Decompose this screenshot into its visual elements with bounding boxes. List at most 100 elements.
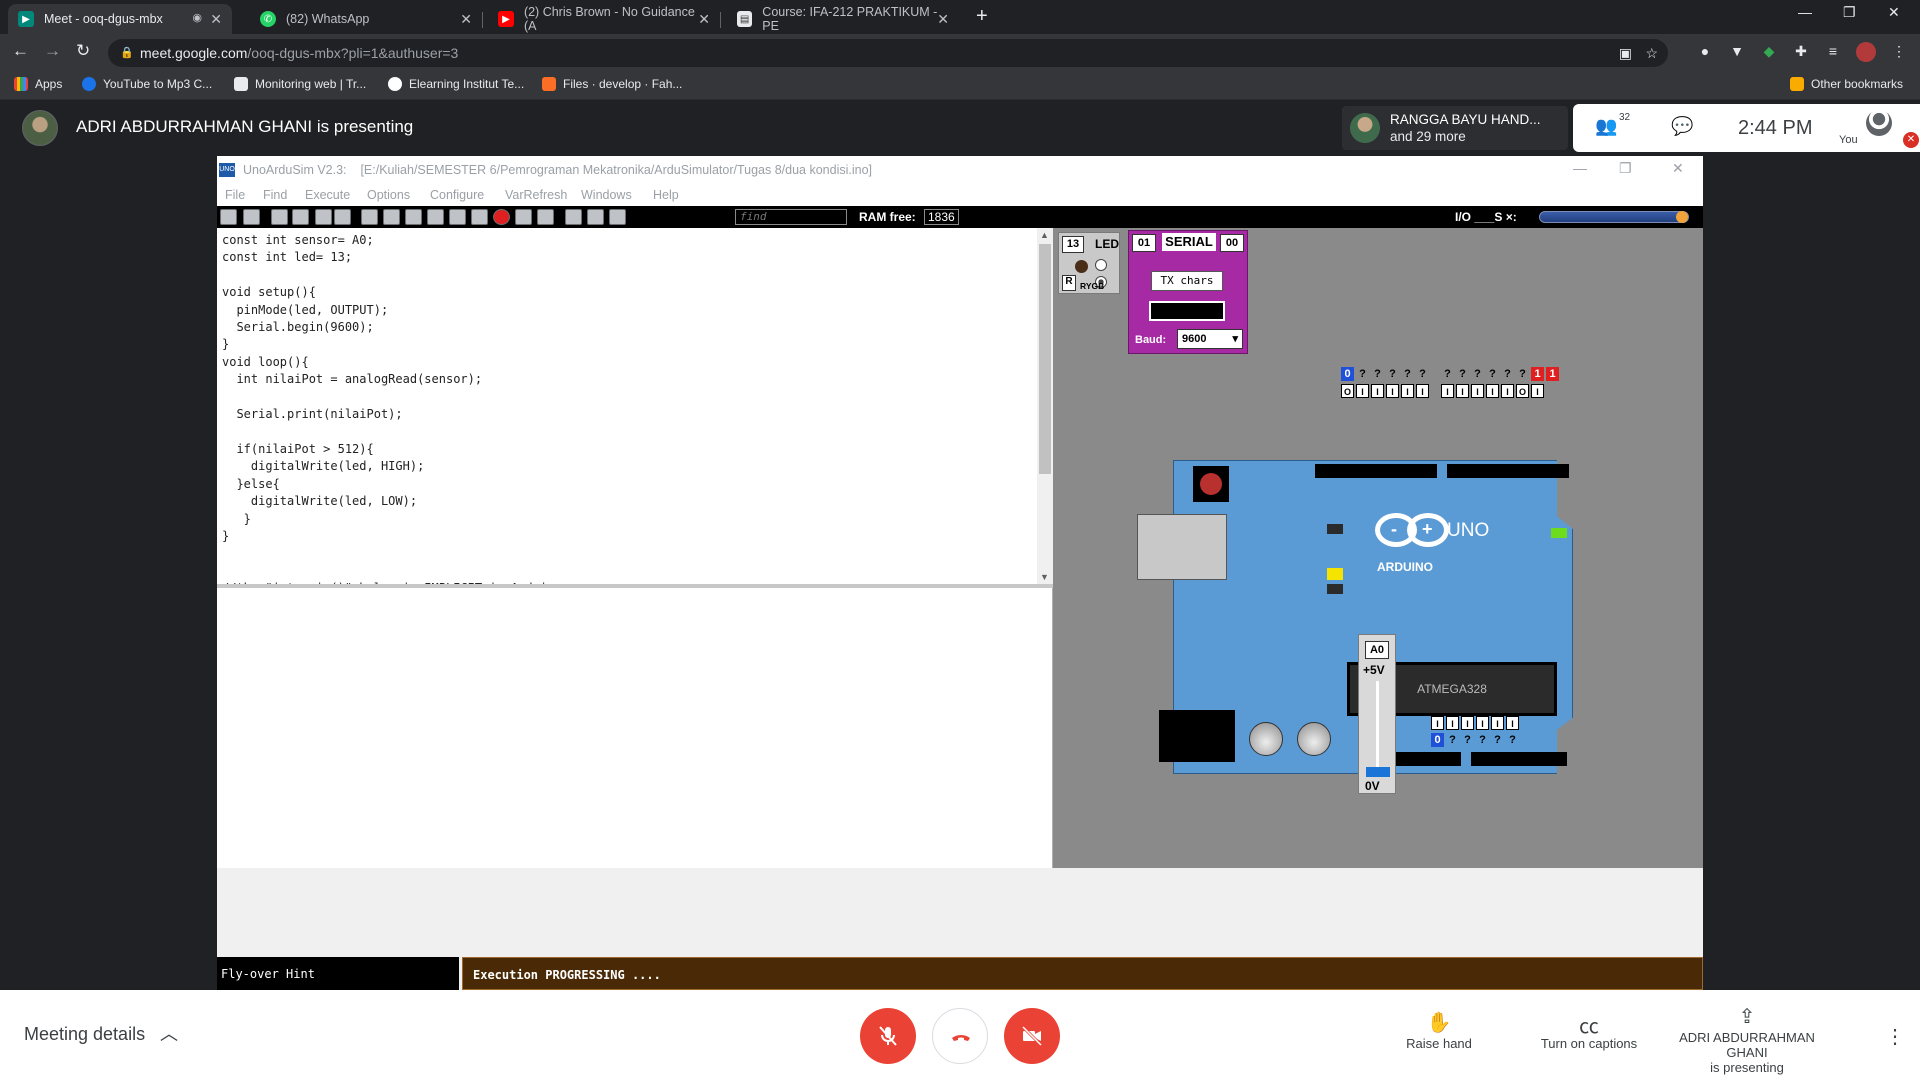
led-pin[interactable]: 13 (1062, 236, 1084, 253)
open-icon[interactable] (220, 209, 237, 225)
stop-icon[interactable] (493, 209, 510, 225)
chevron-up-icon[interactable]: ︿ (160, 1020, 178, 1046)
func-up-icon[interactable] (334, 209, 351, 225)
serial-pin-rx[interactable]: 01 (1132, 234, 1156, 252)
app-restore-button[interactable]: ❐ (1619, 160, 1632, 177)
present-screen-icon: ⇪ (1738, 1006, 1756, 1028)
undo-icon[interactable] (271, 209, 288, 225)
minimize-button[interactable]: — (1798, 4, 1812, 20)
address-bar[interactable]: 🔒 meet.google.com/ooq-dgus-mbx?pli=1&aut… (108, 39, 1668, 67)
extension-icon[interactable]: ● (1696, 43, 1714, 61)
tx-chars-field[interactable]: TX chars (1151, 271, 1223, 291)
led-device[interactable]: 13 LED R RYGB (1058, 232, 1120, 294)
bookmark-monitoring[interactable]: Monitoring web | Tr... (234, 77, 366, 91)
scroll-down-icon[interactable]: ▼ (1040, 572, 1049, 582)
mic-toggle-button[interactable] (860, 1008, 916, 1064)
led-resistor-button[interactable]: R (1062, 275, 1076, 291)
code-scrollbar[interactable]: ▲ ▼ (1037, 228, 1053, 584)
analog-slider-device[interactable]: A0 +5V 0V (1358, 634, 1396, 794)
chat-icon[interactable]: 💬 (1671, 116, 1693, 137)
star-icon[interactable]: ☆ (1645, 39, 1658, 67)
participant-tile[interactable]: RANGGA BAYU HAND... and 29 more (1342, 106, 1568, 150)
scroll-up-icon[interactable]: ▲ (1040, 230, 1049, 240)
menu-configure[interactable]: Configure (430, 188, 484, 202)
puzzle-icon[interactable]: ✚ (1792, 43, 1810, 61)
close-icon[interactable]: ✕ (937, 11, 949, 28)
vpn-icon[interactable]: ▼ (1728, 43, 1746, 61)
download-icon[interactable] (565, 209, 582, 225)
bookmark-gitlab[interactable]: Files · develop · Fah... (542, 77, 682, 91)
close-icon[interactable]: ✕ (460, 11, 472, 28)
serial-terminal[interactable] (1149, 301, 1225, 321)
slider-track[interactable] (1376, 681, 1379, 777)
menu-icon[interactable]: ⋮ (1890, 43, 1908, 61)
code-editor[interactable]: const int sensor= A0; const int led= 13;… (217, 228, 1037, 584)
scroll-thumb[interactable] (1039, 244, 1051, 474)
slider-knob[interactable] (1366, 767, 1390, 777)
reload-button[interactable]: ↻ (76, 41, 90, 61)
menu-find[interactable]: Find (263, 188, 287, 202)
func-down-icon[interactable] (315, 209, 332, 225)
back-button[interactable]: ← (12, 41, 29, 61)
halt-icon[interactable] (471, 209, 488, 225)
close-icon[interactable]: ✕ (210, 11, 222, 28)
step-over-icon[interactable] (383, 209, 400, 225)
media-icon[interactable]: ≡ (1824, 43, 1842, 61)
slider-knob[interactable] (1676, 211, 1688, 223)
pin-cell: 1 (1531, 367, 1544, 381)
menu-file[interactable]: File (225, 188, 245, 202)
restore-button[interactable]: ❐ (1843, 4, 1856, 21)
reset-button[interactable] (1193, 466, 1229, 502)
step-into-icon[interactable] (361, 209, 378, 225)
binoculars-icon[interactable] (609, 209, 626, 225)
extension-icon[interactable]: ◆ (1760, 43, 1778, 61)
unoardusim-window: UNO UnoArduSim V2.3: [E:/Kuliah/SEMESTER… (217, 156, 1703, 990)
menu-execute[interactable]: Execute (305, 188, 350, 202)
slider-pin[interactable]: A0 (1365, 641, 1389, 659)
menu-varrefresh[interactable]: VarRefresh (505, 188, 567, 202)
baud-select[interactable]: 9600 ▾ (1177, 329, 1243, 349)
app-minimize-button[interactable]: — (1573, 160, 1587, 176)
camera-toggle-button[interactable] (1004, 1008, 1060, 1064)
tab-youtube[interactable]: ▶ (2) Chris Brown - No Guidance (A ✕ (488, 4, 721, 34)
save-icon[interactable] (243, 209, 260, 225)
find-input[interactable]: find (735, 209, 847, 225)
pin-cell: I (1441, 384, 1454, 398)
app-close-button[interactable]: ✕ (1672, 160, 1684, 177)
bookmark-youtube-mp3[interactable]: YouTube to Mp3 C... (82, 77, 212, 91)
menu-options[interactable]: Options (367, 188, 410, 202)
forward-button[interactable]: → (44, 41, 61, 61)
serial-monitor-device[interactable]: 01 SERIAL 00 TX chars Baud: 9600 ▾ (1128, 230, 1248, 354)
raise-hand-button[interactable]: ✋ Raise hand (1364, 1010, 1514, 1051)
new-tab-button[interactable]: + (976, 5, 988, 28)
bookmark-elearning[interactable]: Elearning Institut Te... (388, 77, 524, 91)
variables-panel[interactable] (217, 588, 1053, 868)
close-window-button[interactable]: ✕ (1888, 4, 1900, 21)
captions-button[interactable]: ㏄ Turn on captions (1514, 1010, 1664, 1051)
meeting-details-button[interactable]: Meeting details (24, 1024, 145, 1045)
bookmark-apps[interactable]: Apps (14, 77, 62, 91)
step-out-icon[interactable] (405, 209, 422, 225)
profile-avatar[interactable] (1856, 42, 1876, 62)
run-icon[interactable] (449, 209, 466, 225)
camera-icon[interactable]: ▣ (1619, 39, 1632, 67)
people-icon[interactable]: 👥 (1595, 116, 1617, 137)
more-options-icon[interactable]: ⋮ (1885, 1024, 1905, 1049)
menu-windows[interactable]: Windows (581, 188, 632, 202)
run-to-icon[interactable] (427, 209, 444, 225)
digital-pin-modes: OIIIIIIIIIIOI (1341, 384, 1544, 398)
io-speed-slider[interactable] (1539, 211, 1689, 223)
redo-icon[interactable] (292, 209, 309, 225)
leave-call-button[interactable] (932, 1008, 988, 1064)
lab-icon[interactable] (587, 209, 604, 225)
help-icon[interactable] (537, 209, 554, 225)
tab-whatsapp[interactable]: ✆ (82) WhatsApp ✕ (250, 4, 483, 34)
menu-help[interactable]: Help (653, 188, 679, 202)
tab-course[interactable]: ▤ Course: IFA-212 PRAKTIKUM - PE ✕ (727, 4, 959, 34)
presenting-button[interactable]: ⇪ ADRI ABDURRAHMAN GHANI is presenting (1672, 1004, 1822, 1075)
tab-meet[interactable]: ▶ Meet - ooq-dgus-mbx ◉ ✕ (8, 4, 232, 34)
close-icon[interactable]: ✕ (698, 11, 710, 28)
reset-icon[interactable] (515, 209, 532, 225)
other-bookmarks[interactable]: Other bookmarks (1790, 77, 1903, 91)
serial-pin-tx[interactable]: 00 (1220, 234, 1244, 252)
